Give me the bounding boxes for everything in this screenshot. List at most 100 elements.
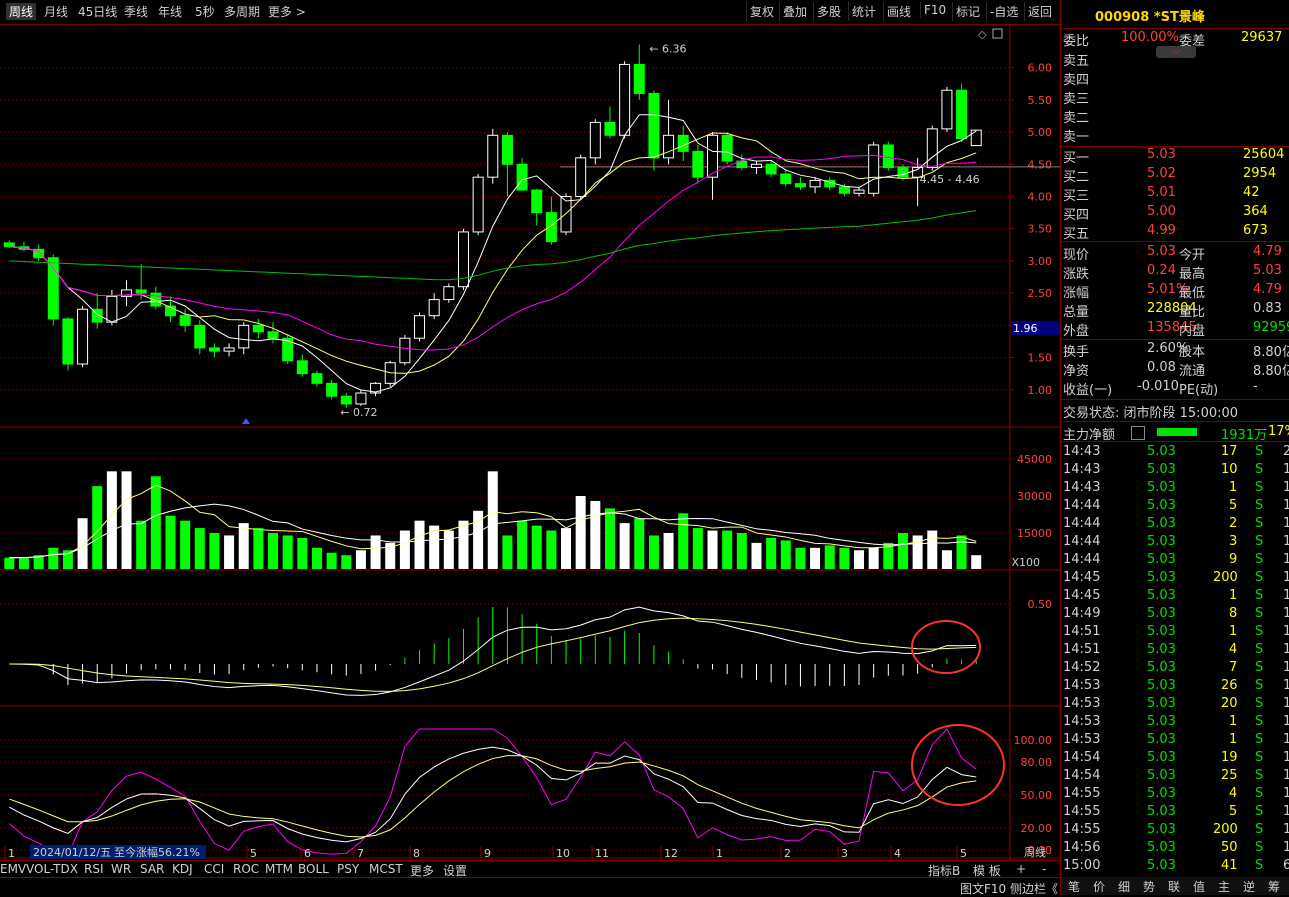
multi-stock-button[interactable]: 多股: [813, 2, 844, 21]
period-year-tab[interactable]: 年线: [158, 3, 182, 20]
sidebar-toggle-button[interactable]: 侧边栏《: [1010, 880, 1058, 897]
tab-detail[interactable]: 细: [1118, 878, 1130, 895]
indicator-tab-mcst[interactable]: MCST: [369, 862, 403, 876]
volume-bar: [971, 555, 982, 569]
period-more-tab[interactable]: 更多 >: [268, 3, 306, 20]
trade-status-text: 交易状态: 闭市阶段 15:00:00: [1063, 406, 1239, 421]
period-quarter-tab[interactable]: 季线: [124, 3, 148, 20]
tick-time: 14:43: [1063, 462, 1101, 477]
f10-button[interactable]: F10: [920, 2, 949, 18]
main-force-pct: 17%: [1268, 424, 1289, 439]
bid-level-row[interactable]: 买三 5.01 42: [1061, 185, 1289, 204]
tab-related[interactable]: 联: [1168, 878, 1180, 895]
indicator-tab-mtm[interactable]: MTM: [265, 862, 293, 876]
indicator-tab-psy[interactable]: PSY: [337, 862, 359, 876]
kline-chart-area[interactable]: 6.005.505.004.504.003.503.002.502.001.50…: [0, 24, 1060, 860]
zoom-in-button[interactable]: +: [1016, 862, 1026, 876]
indicator-tab-emv[interactable]: EMV: [0, 862, 26, 876]
indicator-tab-boll[interactable]: BOLL: [298, 862, 329, 876]
period-45day-tab[interactable]: 45日线: [78, 3, 117, 20]
tick-time: 14:44: [1063, 516, 1101, 531]
marker-icon: [242, 418, 250, 424]
bid-level-price: 5.00: [1147, 204, 1176, 219]
candle-body: [970, 129, 982, 147]
volume-tick-label: 45000: [1017, 453, 1052, 466]
back-button[interactable]: 返回: [1024, 2, 1055, 21]
tab-trend[interactable]: 势: [1143, 878, 1155, 895]
period-multi-tab[interactable]: 多周期: [224, 3, 260, 20]
volume-bar: [561, 528, 572, 569]
tick-time: 14:53: [1063, 732, 1101, 747]
quote-row: 总量 228804 量比 0.83: [1061, 301, 1289, 320]
ask-level-label: 卖二: [1063, 111, 1090, 126]
tick-price: 5.03: [1147, 534, 1176, 549]
chevron-right-icon: >: [292, 5, 306, 19]
candle-body: [296, 360, 308, 375]
tick-time: 14:54: [1063, 768, 1101, 783]
overlay-button[interactable]: 叠加: [779, 2, 810, 21]
tab-reverse[interactable]: 逆: [1243, 878, 1255, 895]
tab-trades[interactable]: 笔: [1068, 878, 1080, 895]
main-force-bar: [1157, 428, 1197, 436]
volume-bar: [956, 535, 967, 569]
bid-level-row[interactable]: 买五 4.99 673: [1061, 223, 1289, 242]
tick-side: S: [1255, 660, 1264, 675]
volume-tick-label: 15000: [1017, 527, 1052, 540]
candle-body: [619, 63, 631, 136]
indicator-tab-wr[interactable]: WR: [111, 862, 131, 876]
tick-volume: 19: [1221, 750, 1238, 765]
ask-level-row[interactable]: 卖四: [1061, 69, 1289, 88]
tick-time: 14:56: [1063, 840, 1101, 855]
tab-main[interactable]: 主: [1218, 878, 1230, 895]
ask-level-row[interactable]: 卖五: [1061, 50, 1289, 69]
draw-line-button[interactable]: 画线: [883, 2, 914, 21]
period-5sec-tab[interactable]: 5秒: [195, 3, 215, 20]
tick-volume: 41: [1221, 858, 1238, 873]
remove-watchlist-button[interactable]: -自选: [986, 2, 1021, 21]
list-icon[interactable]: [1131, 426, 1145, 440]
volume-bar: [62, 550, 73, 569]
tick-row: 14:53 5.03 1 S 1: [1061, 714, 1289, 732]
period-monthly-tab[interactable]: 月线: [44, 3, 68, 20]
ask-level-row[interactable]: 卖二: [1061, 107, 1289, 126]
f10-text-button[interactable]: 图文F10: [960, 880, 1006, 897]
period-weekly-tab[interactable]: 周线: [6, 3, 37, 20]
tab-chips[interactable]: 筹: [1268, 878, 1280, 895]
restore-rights-button[interactable]: 复权: [746, 2, 777, 21]
candle-body: [267, 331, 279, 339]
bid-level-row[interactable]: 买一 5.03 25604: [1061, 147, 1289, 166]
bid-level-price: 5.03: [1147, 147, 1176, 162]
zoom-out-button[interactable]: -: [1042, 862, 1046, 876]
candle-body: [47, 257, 59, 320]
indicator-tab-cci[interactable]: CCI: [204, 862, 224, 876]
candle-body: [340, 395, 352, 405]
tab-value[interactable]: 值: [1193, 878, 1205, 895]
quote-value: 5.03: [1147, 244, 1176, 259]
kdj-tick-label: 80.00: [1021, 756, 1053, 769]
tick-count: 1: [1283, 462, 1289, 477]
volume-bar: [311, 547, 322, 569]
bid-level-row[interactable]: 买四 5.00 364: [1061, 204, 1289, 223]
bid-level-row[interactable]: 买二 5.02 2954: [1061, 166, 1289, 185]
statistics-button[interactable]: 统计: [848, 2, 879, 21]
indicator-tab-sar[interactable]: SAR: [140, 862, 164, 876]
tick-time: 14:44: [1063, 498, 1101, 513]
quote-value: 4.79: [1253, 282, 1282, 297]
range-label: 4.45 - 4.46: [920, 173, 980, 186]
indicator-tab-vol[interactable]: VOL-TDX: [26, 862, 78, 876]
tick-price: 5.03: [1147, 444, 1176, 459]
tick-side: S: [1255, 498, 1264, 513]
month-label: 7: [357, 847, 364, 860]
candle-body: [326, 382, 338, 397]
mark-button[interactable]: 标记: [952, 2, 983, 21]
ask-level-row[interactable]: 卖一: [1061, 126, 1289, 145]
window-restore-icon[interactable]: [992, 28, 1003, 39]
indicator-tab-rsi[interactable]: RSI: [84, 862, 104, 876]
indicator-tab-roc[interactable]: ROC: [233, 862, 259, 876]
divider: [1061, 241, 1289, 242]
tab-price[interactable]: 价: [1093, 878, 1105, 895]
tick-count: 1: [1283, 552, 1289, 567]
indicator-tab-kdj[interactable]: KDJ: [172, 862, 193, 876]
volume-bar: [399, 530, 410, 569]
ask-level-row[interactable]: 卖三: [1061, 88, 1289, 107]
